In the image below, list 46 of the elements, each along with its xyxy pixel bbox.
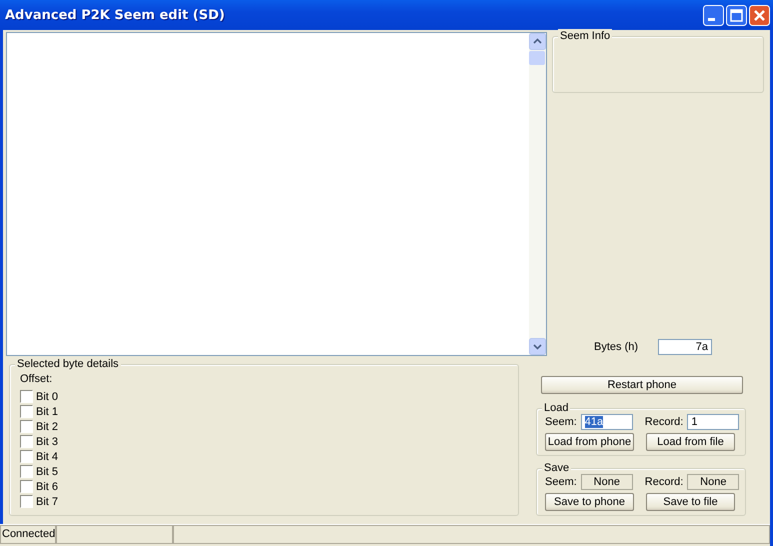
input-field[interactable]: 7a: [658, 339, 712, 355]
action-button[interactable]: Save to phone: [545, 493, 634, 511]
checkbox-label: Bit 2: [36, 420, 58, 432]
value-display: None: [580, 474, 633, 490]
checkbox[interactable]: [20, 435, 33, 448]
selected-text: 41a: [584, 416, 604, 428]
action-button[interactable]: Load from phone: [545, 433, 634, 451]
field-label: Seem:: [545, 476, 577, 488]
input-field[interactable]: 41a: [580, 414, 633, 430]
group-title: Save: [544, 462, 570, 474]
group-title: Selected byte details: [17, 358, 119, 370]
checkbox[interactable]: [20, 480, 33, 493]
scrollbar[interactable]: [529, 33, 546, 355]
scroll-thumb[interactable]: [529, 51, 545, 65]
offset-label: Offset:: [20, 373, 52, 385]
input-field[interactable]: 1: [687, 414, 740, 430]
minimize-icon[interactable]: [703, 4, 724, 26]
scroll-down-icon[interactable]: [529, 338, 546, 355]
window-title: Advanced P2K Seem edit (SD): [5, 8, 226, 22]
field-label: Seem:: [545, 416, 577, 428]
group-title: Seem Info: [560, 30, 610, 42]
checkbox-label: Bit 1: [36, 406, 58, 418]
checkbox-label: Bit 7: [36, 496, 58, 508]
field-label: Bytes (h): [594, 341, 638, 353]
value-display: None: [687, 474, 740, 490]
close-icon[interactable]: [749, 4, 770, 26]
checkbox-label: Bit 6: [36, 480, 58, 492]
checkbox[interactable]: [20, 495, 33, 508]
field-label: Record:: [644, 416, 684, 428]
checkbox-label: Bit 0: [36, 390, 58, 402]
group-title: Load: [544, 402, 568, 414]
checkbox-label: Bit 5: [36, 466, 58, 478]
checkbox-label: Bit 3: [36, 436, 58, 448]
scroll-up-icon[interactable]: [529, 33, 546, 50]
maximize-icon[interactable]: [726, 4, 747, 26]
checkbox[interactable]: [20, 450, 33, 463]
restart-button[interactable]: Restart phone: [541, 376, 743, 394]
checkbox[interactable]: [20, 465, 33, 478]
field-label: Record:: [644, 476, 684, 488]
status-text: Connected: [0, 525, 56, 544]
action-button[interactable]: Load from file: [646, 433, 735, 451]
checkbox[interactable]: [20, 420, 33, 433]
checkbox[interactable]: [20, 390, 33, 403]
checkbox[interactable]: [20, 405, 33, 418]
action-button[interactable]: Save to file: [646, 493, 735, 511]
checkbox-label: Bit 4: [36, 450, 58, 462]
